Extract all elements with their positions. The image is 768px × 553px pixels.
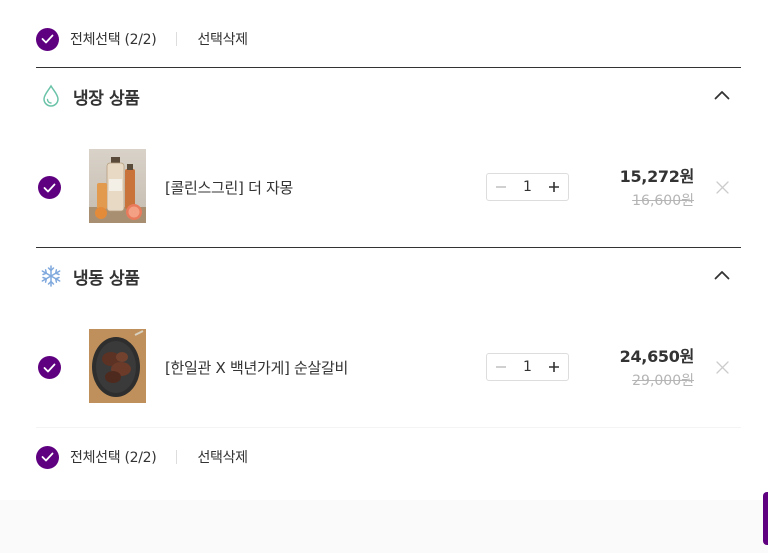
item-checkbox[interactable] bbox=[38, 176, 61, 199]
decrease-quantity-button[interactable] bbox=[487, 354, 515, 380]
check-icon bbox=[43, 363, 56, 372]
divider bbox=[176, 32, 178, 46]
close-icon bbox=[715, 360, 729, 374]
increase-quantity-button[interactable] bbox=[540, 354, 568, 380]
water-drop-icon bbox=[38, 83, 64, 109]
cart-item: [콜린스그린] 더 자몽 1 15,272원 16,600원 bbox=[36, 149, 741, 225]
plus-icon bbox=[549, 362, 559, 372]
chevron-up-icon bbox=[714, 271, 730, 280]
sale-price: 15,272원 bbox=[619, 167, 695, 186]
page-bottom-area bbox=[0, 500, 768, 553]
cart-item: [한일관 X 백년가게] 순살갈비 1 24,650원 29,000원 bbox=[36, 329, 741, 405]
original-price: 16,600원 bbox=[632, 193, 694, 209]
original-price: 29,000원 bbox=[632, 373, 694, 389]
product-name[interactable]: [콜린스그린] 더 자몽 bbox=[165, 177, 293, 198]
section-header: 냉동 상품 bbox=[36, 248, 741, 304]
quantity-value: 1 bbox=[523, 359, 532, 375]
collapse-button[interactable] bbox=[709, 262, 735, 288]
quantity-stepper: 1 bbox=[486, 353, 569, 381]
increase-quantity-button[interactable] bbox=[540, 174, 568, 200]
product-thumbnail[interactable] bbox=[89, 329, 146, 403]
quantity-stepper: 1 bbox=[486, 173, 569, 201]
remove-item-button[interactable] bbox=[713, 178, 731, 196]
select-all-bar-top: 전체선택 (2/2) 선택삭제 bbox=[36, 19, 741, 59]
divider bbox=[176, 450, 178, 464]
check-icon bbox=[41, 452, 54, 462]
decrease-quantity-button[interactable] bbox=[487, 174, 515, 200]
chevron-up-icon bbox=[714, 91, 730, 100]
divider bbox=[36, 427, 741, 428]
minus-icon bbox=[496, 366, 506, 368]
sale-price: 24,650원 bbox=[619, 347, 695, 366]
item-checkbox[interactable] bbox=[38, 356, 61, 379]
product-name[interactable]: [한일관 X 백년가게] 순살갈비 bbox=[165, 357, 348, 378]
select-all-bar-bottom: 전체선택 (2/2) 선택삭제 bbox=[36, 437, 741, 477]
plus-icon bbox=[549, 182, 559, 192]
close-icon bbox=[715, 180, 729, 194]
section-header: 냉장 상품 bbox=[36, 68, 741, 124]
select-all-checkbox[interactable] bbox=[36, 445, 59, 469]
check-icon bbox=[41, 34, 54, 44]
select-all-label: 전체선택 (2/2) bbox=[70, 450, 157, 466]
check-icon bbox=[43, 183, 56, 192]
section-title: 냉장 상품 bbox=[73, 88, 140, 109]
remove-item-button[interactable] bbox=[713, 358, 731, 376]
section-frozen: 냉동 상품 bbox=[36, 247, 741, 304]
product-thumbnail[interactable] bbox=[89, 149, 146, 223]
quantity-value: 1 bbox=[523, 179, 532, 195]
side-panel-edge[interactable] bbox=[763, 492, 768, 545]
minus-icon bbox=[496, 186, 506, 188]
section-refrigerated: 냉장 상품 bbox=[36, 67, 741, 124]
delete-selected-button[interactable]: 선택삭제 bbox=[197, 447, 248, 467]
select-all-label: 전체선택 (2/2) bbox=[70, 32, 157, 48]
collapse-button[interactable] bbox=[709, 82, 735, 108]
snowflake-icon bbox=[38, 263, 64, 289]
section-title: 냉동 상품 bbox=[73, 268, 140, 289]
delete-selected-button[interactable]: 선택삭제 bbox=[197, 29, 248, 49]
select-all-checkbox[interactable] bbox=[36, 27, 59, 51]
